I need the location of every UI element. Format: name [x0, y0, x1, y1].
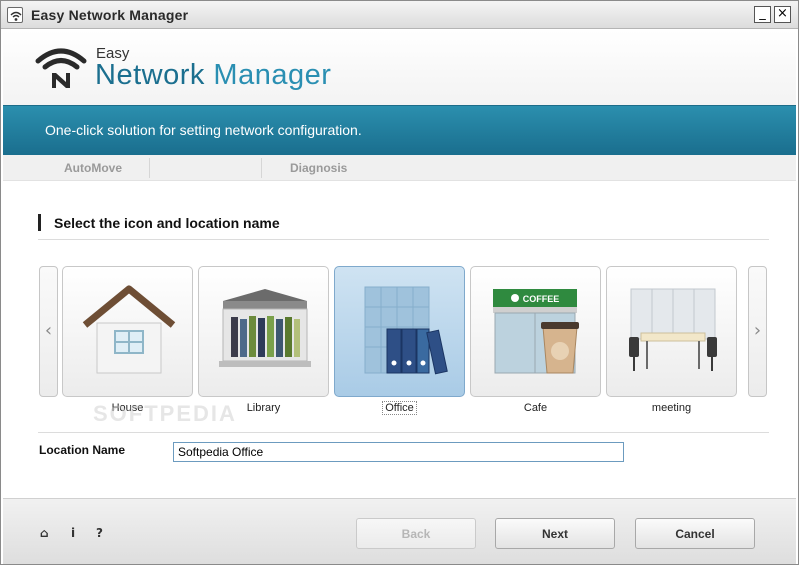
- location-tile-office[interactable]: [334, 266, 465, 397]
- close-button[interactable]: ×: [774, 6, 791, 23]
- location-tile-house[interactable]: [62, 266, 193, 397]
- info-icon[interactable]: i: [71, 526, 75, 540]
- carousel-next-button[interactable]: ›: [748, 266, 767, 397]
- section-title: Select the icon and location name: [54, 215, 280, 231]
- tagline-text: One-click solution for setting network c…: [45, 122, 362, 138]
- tab-diagnosis[interactable]: Diagnosis: [290, 161, 347, 175]
- location-tile-cafe[interactable]: COFFEE: [470, 266, 601, 397]
- tile-label-meeting: meeting: [651, 402, 692, 414]
- help-icon[interactable]: ?: [96, 526, 103, 540]
- library-icon: [219, 289, 311, 367]
- selected-tile-label: Office: [382, 401, 417, 415]
- divider: [38, 432, 769, 433]
- location-tile-meeting[interactable]: [606, 266, 737, 397]
- minimize-button[interactable]: _: [754, 6, 771, 23]
- meeting-icon: [629, 288, 717, 371]
- next-button[interactable]: Next: [495, 518, 615, 549]
- tile-label-cafe: Cafe: [523, 402, 548, 414]
- title-bar[interactable]: Easy Network Manager _ ×: [1, 1, 798, 29]
- home-icon[interactable]: ⌂: [40, 526, 49, 540]
- location-tile-library[interactable]: [198, 266, 329, 397]
- section-marker: [38, 214, 41, 231]
- cafe-icon: COFFEE: [493, 289, 579, 374]
- tab-divider: [261, 158, 262, 178]
- tab-strip: AutoMove Diagnosis: [3, 155, 796, 181]
- location-name-input[interactable]: [173, 442, 624, 462]
- divider: [38, 239, 769, 240]
- network-logo-icon: [35, 48, 87, 88]
- footer-bar: ⌂ i ? Back Next Cancel: [3, 498, 796, 564]
- logo-text-main: Network Manager: [95, 59, 331, 92]
- cancel-button[interactable]: Cancel: [635, 518, 755, 549]
- tile-label-office: Office: [334, 401, 465, 415]
- carousel-prev-button[interactable]: ‹: [39, 266, 58, 397]
- app-header: Easy Network Manager: [3, 30, 796, 105]
- tab-automove[interactable]: AutoMove: [64, 161, 122, 175]
- house-icon: [82, 285, 176, 374]
- location-name-label: Location Name: [39, 443, 126, 457]
- window-title: Easy Network Manager: [31, 7, 189, 23]
- cafe-sign-text: COFFEE: [523, 294, 560, 304]
- back-button[interactable]: Back: [356, 518, 476, 549]
- watermark: SOFTPEDIA: [93, 401, 237, 426]
- wifi-icon: [7, 7, 23, 23]
- tagline-banner: One-click solution for setting network c…: [3, 105, 796, 155]
- office-icon: [364, 286, 448, 375]
- logo-text-network: Network: [95, 59, 205, 91]
- app-window: Easy Network Manager _ × Easy Network Ma…: [0, 0, 799, 565]
- logo-text-manager: Manager: [213, 59, 332, 91]
- tab-divider: [149, 158, 150, 178]
